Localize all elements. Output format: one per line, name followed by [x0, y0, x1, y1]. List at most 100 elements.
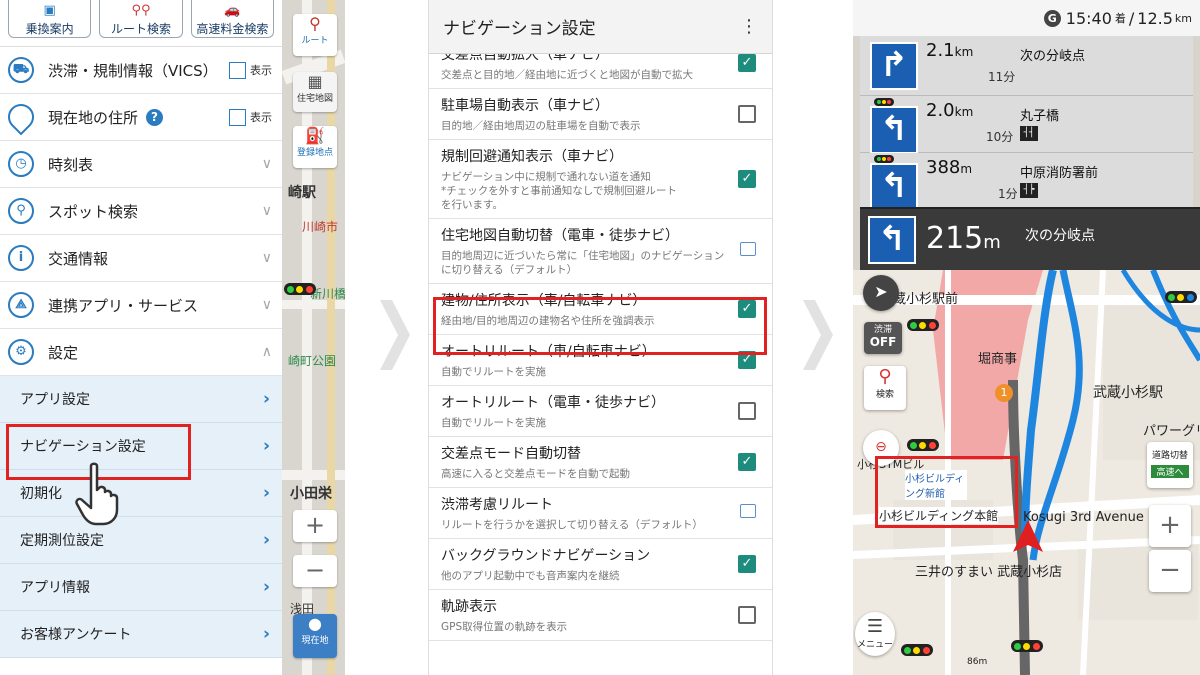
road-switch-button[interactable]: 道路切替 高速へ [1147, 442, 1193, 488]
setting-description: GPS取得位置の軌跡を表示 [441, 621, 568, 633]
train-icon: ▣ [43, 3, 56, 18]
map-label: 武蔵小杉駅 [1093, 385, 1163, 401]
settings-row[interactable]: オートリルート（電車・徒歩ナビ） 自動でリルートを実施 [429, 386, 772, 437]
menu-button[interactable]: ☰ メニュー [855, 612, 895, 656]
submenu-survey[interactable]: お客様アンケート › [0, 611, 282, 658]
turn-card[interactable]: ↱ 2.1km 次の分岐点 11分 [860, 36, 1193, 96]
chevron-up-icon: ∧ [261, 344, 272, 360]
setting-title: 住宅地図自動切替（電車・徒歩ナビ） [441, 228, 679, 244]
setting-description: 他のアプリ起動中でも音声案内を継続 [441, 570, 620, 582]
compass-icon[interactable]: ➤ [863, 275, 899, 311]
waypoint-marker[interactable]: 1 [995, 384, 1013, 402]
turn-left-icon: ↰ [868, 216, 916, 264]
chevron-right-icon: › [262, 530, 270, 550]
menu-item-spot-search[interactable]: ⚲ スポット検索 ∨ [0, 188, 282, 235]
arrival-time: 15:40 [1065, 8, 1112, 28]
settings-row[interactable]: 駐車場自動表示（車ナビ） 目的地／経由地周辺の駐車場を自動で表示 [429, 89, 772, 140]
traffic-light-icon [284, 283, 316, 295]
highlight-box [875, 456, 1018, 528]
setting-description: 目的地／経由地周辺の駐車場を自動で表示 [441, 120, 641, 132]
building-icon: ▦ [307, 72, 323, 91]
chevron-down-icon: ∨ [261, 156, 272, 172]
submenu-periodic-positioning[interactable]: 定期測位設定 › [0, 517, 282, 564]
current-location-button[interactable]: ● 現在地 [293, 614, 337, 658]
chevron-right-icon: › [262, 389, 270, 409]
zoom-out-button[interactable]: − [1149, 550, 1191, 592]
route-search-button[interactable]: ⚲⚲ ルート検索 [99, 0, 183, 38]
setting-checkbox[interactable] [738, 606, 756, 624]
settings-row[interactable]: 交差点モード自動切替 高速に入ると交差点モードを自動で起動 ✓ [429, 437, 772, 488]
external-link-icon[interactable] [740, 242, 756, 256]
traffic-light-icon [874, 155, 894, 163]
help-icon[interactable]: ? [146, 108, 164, 126]
zoom-in-button[interactable]: + [293, 510, 337, 542]
zoom-in-button[interactable]: + [1149, 505, 1191, 547]
setting-title: バックグラウンドナビゲーション [441, 548, 651, 564]
setting-checkbox[interactable] [738, 105, 756, 123]
app-menu-panel: 崎駅 川崎市 新川橋 崎町公園 小田栄 浅田 ⚲ ルート ▦ 住宅地図 ⛽ 登録… [0, 0, 345, 675]
chevron-right-icon: › [262, 483, 270, 503]
traffic-light-icon [1165, 291, 1197, 303]
house-map-button[interactable]: ▦ 住宅地図 [293, 72, 337, 112]
more-vert-icon[interactable]: ⋮ [740, 16, 758, 37]
map-station-label: 崎駅 [288, 185, 316, 201]
zoom-out-button[interactable]: − [293, 555, 337, 587]
address-checkbox[interactable] [229, 108, 246, 126]
settings-row[interactable]: 軌跡表示 GPS取得位置の軌跡を表示 [429, 590, 772, 641]
menu-item-timetable[interactable]: ◷ 時刻表 ∨ [0, 141, 282, 188]
setting-checkbox-checked[interactable]: ✓ [738, 170, 756, 188]
settings-row[interactable]: バックグラウンドナビゲーション他のアプリ起動中でも音声案内を継続 ✓ [429, 539, 772, 590]
traffic-light-icon [907, 319, 939, 331]
menu-item-current-address[interactable]: 現在地の住所 ? 表示 [0, 94, 282, 141]
side-menu: ▣ 乗換案内 ⚲⚲ ルート検索 🚗 高速料金検索 ⛟ 渋滞・規制情報（VICS）… [0, 0, 282, 675]
scale-label: 86m [967, 657, 988, 667]
search-button[interactable]: ⚲ 検索 [864, 366, 906, 410]
setting-description: ナビゲーション中に規制で通れない道を通知 *チェックを外すと事前通知なしで規制回… [441, 171, 677, 211]
hamburger-icon: ☰ [866, 616, 884, 637]
vics-checkbox[interactable] [229, 61, 246, 79]
map-area-label: 小田栄 [290, 486, 332, 502]
traffic-light-icon [874, 98, 894, 106]
transfer-button[interactable]: ▣ 乗換案内 [8, 0, 92, 38]
clock-icon: ◷ [8, 151, 34, 177]
setting-description: 自動でリルートを実施 [441, 417, 546, 429]
traffic-light-icon [901, 644, 933, 656]
settings-row[interactable]: 渋滞考慮リルート リルートを行うかを選択して切り替える（デフォルト） [429, 488, 772, 539]
menu-item-traffic-info[interactable]: i 交通情報 ∨ [0, 235, 282, 282]
search-icon: ⚲ [8, 198, 34, 224]
turn-card[interactable]: ↰ 2.0km 丸子橋 10分 ┤┤ [860, 96, 1193, 154]
turn-left-icon: ↰ [870, 106, 918, 154]
setting-checkbox-checked[interactable]: ✓ [738, 555, 756, 573]
menu-item-linked-apps[interactable]: ⟁ 連携アプリ・サービス ∨ [0, 282, 282, 329]
route-button[interactable]: ⚲ ルート [293, 14, 337, 56]
current-location-icon: ● [308, 614, 322, 633]
menu-item-vics[interactable]: ⛟ 渋滞・規制情報（VICS） 表示 [0, 47, 282, 94]
external-link-icon[interactable] [740, 504, 756, 518]
menu-item-settings[interactable]: ⚙ 設定 ∧ [0, 329, 282, 376]
traffic-jam-toggle[interactable]: 渋滞 OFF [864, 322, 902, 354]
settings-row[interactable]: 住宅地図自動切替（電車・徒歩ナビ） 目的地周辺に近づいたら常に「住宅地図」のナビゲ… [429, 219, 772, 284]
register-pin-icon: ⛽ [305, 126, 325, 145]
submenu-app-settings[interactable]: アプリ設定 › [0, 376, 282, 423]
top-shortcut-bar: ▣ 乗換案内 ⚲⚲ ルート検索 🚗 高速料金検索 [0, 0, 282, 47]
route-pin-icon: ⚲⚲ [131, 3, 151, 18]
register-point-button[interactable]: ⛽ 登録地点 [293, 126, 337, 168]
screenshot-stage: 崎駅 川崎市 新川橋 崎町公園 小田栄 浅田 ⚲ ルート ▦ 住宅地図 ⛽ 登録… [0, 0, 1200, 675]
gear-icon: ⚙ [8, 339, 34, 365]
setting-checkbox-checked[interactable]: ✓ [738, 54, 756, 72]
lane-guide-icon: ┤┤ [1020, 126, 1038, 141]
highlight-box [433, 297, 767, 355]
setting-checkbox[interactable] [738, 402, 756, 420]
share-icon: ⟁ [8, 292, 34, 318]
settings-row[interactable]: 規制回避通知表示（車ナビ） ナビゲーション中に規制で通れない道を通知 *チェックを… [429, 140, 772, 219]
map-label: 蔵小杉駅前 [893, 292, 959, 307]
car-icon: 🚗 [224, 3, 241, 18]
turn-card[interactable]: ↰ 388m 中原消防署前 1分 ┤┝ [860, 153, 1193, 211]
chevron-right-icon: › [262, 624, 270, 644]
setting-checkbox-checked[interactable]: ✓ [738, 453, 756, 471]
submenu-app-info[interactable]: アプリ情報 › [0, 564, 282, 611]
setting-description: 高速に入ると交差点モードを自動で起動 [441, 468, 630, 480]
info-icon: i [8, 245, 34, 271]
toll-search-button[interactable]: 🚗 高速料金検索 [190, 0, 274, 38]
next-turn-card[interactable]: ↰ 215m 次の分岐点 [860, 207, 1200, 270]
